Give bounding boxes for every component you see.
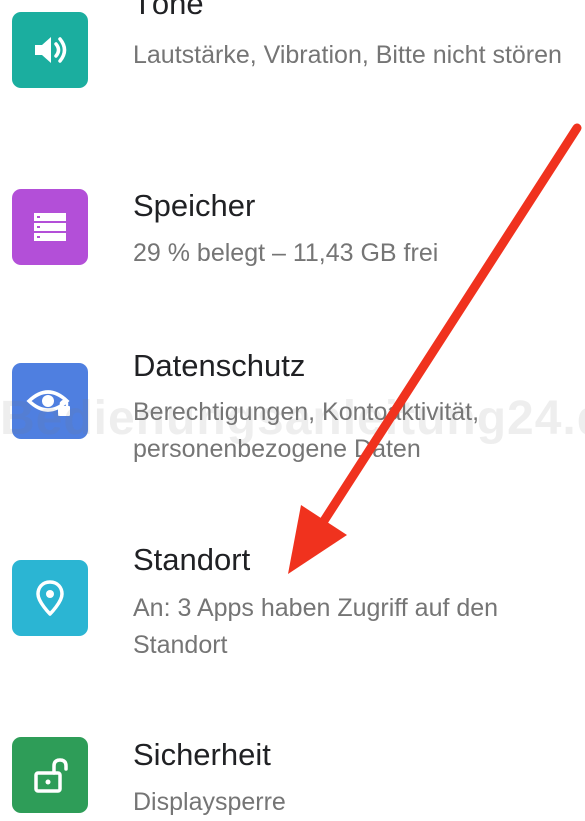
setting-item-datenschutz[interactable]: Datenschutz Berechtigungen, Kontoaktivit…: [0, 320, 585, 490]
privacy-eye-icon: [12, 363, 88, 439]
storage-icon: [12, 189, 88, 265]
settings-list: Töne Lautstärke, Vibration, Bitte nicht …: [0, 0, 585, 819]
unlock-icon: [12, 737, 88, 813]
setting-title: Speicher: [133, 188, 256, 223]
setting-summary: An: 3 Apps haben Zugriff auf den Standor…: [133, 594, 499, 659]
setting-item-toene[interactable]: Töne Lautstärke, Vibration, Bitte nicht …: [0, 0, 585, 130]
setting-summary: Lautstärke, Vibration, Bitte nicht störe…: [133, 41, 562, 69]
setting-title: Sicherheit: [133, 737, 271, 772]
setting-title: Datenschutz: [133, 348, 306, 383]
setting-title: Standort: [133, 542, 251, 577]
setting-summary: 29 % belegt – 11,43 GB frei: [133, 239, 439, 267]
setting-item-sicherheit[interactable]: Sicherheit Displaysperre: [0, 715, 585, 819]
setting-item-speicher[interactable]: Speicher 29 % belegt – 11,43 GB frei: [0, 160, 585, 290]
volume-icon: [12, 12, 88, 88]
setting-summary: Berechtigungen, Kontoaktivität, personen…: [133, 398, 480, 463]
setting-title: Töne: [133, 0, 204, 21]
setting-summary: Displaysperre: [133, 788, 286, 816]
setting-item-standort[interactable]: Standort An: 3 Apps haben Zugriff auf de…: [0, 520, 585, 690]
location-pin-icon: [12, 560, 88, 636]
